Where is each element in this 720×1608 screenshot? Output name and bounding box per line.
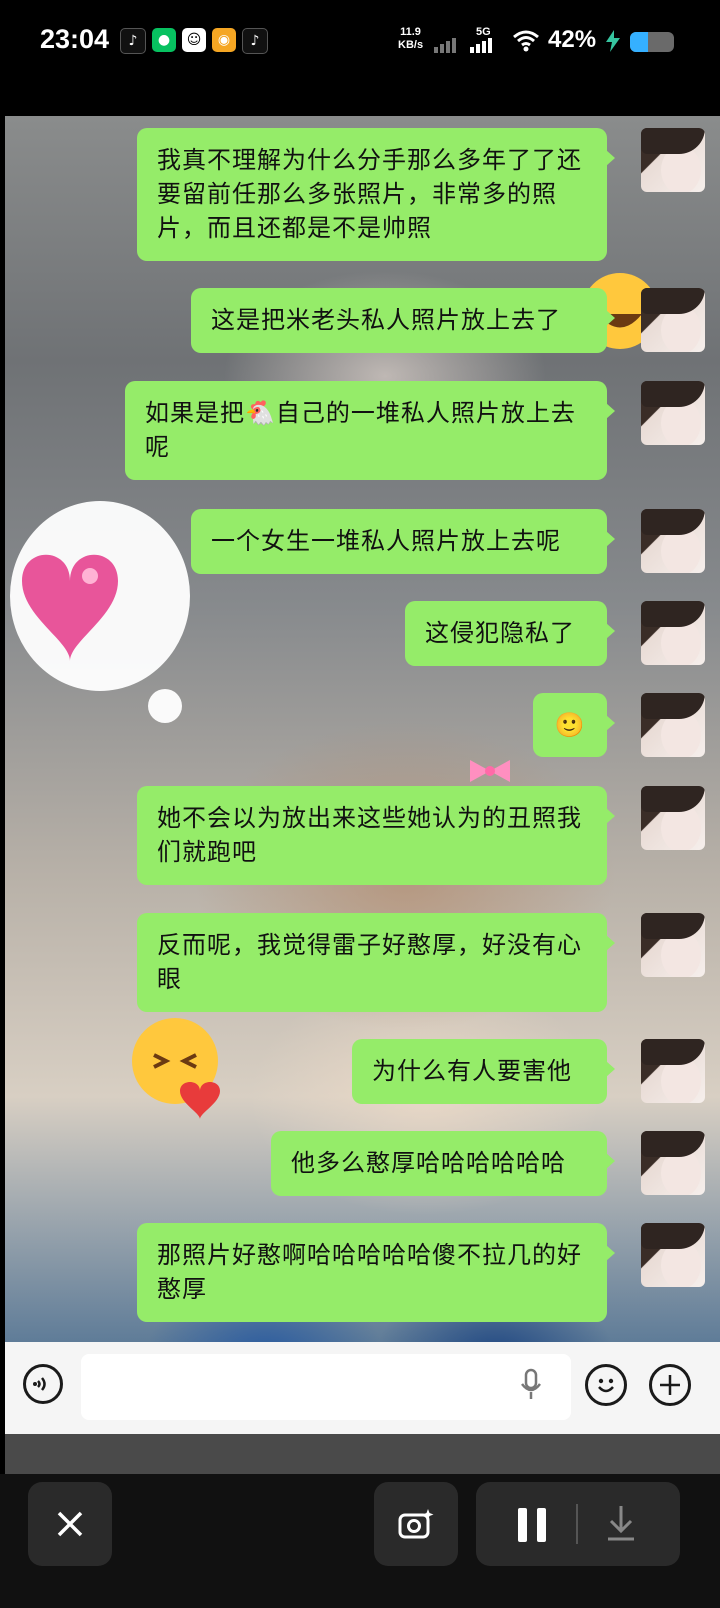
message-row: 如果是把🐔自己的一堆私人照片放上去呢 bbox=[5, 381, 720, 480]
user-avatar[interactable] bbox=[641, 693, 705, 757]
message-bubble[interactable]: 他多么憨厚哈哈哈哈哈哈 bbox=[271, 1131, 615, 1196]
emoji-icon[interactable] bbox=[585, 1364, 627, 1406]
charging-icon bbox=[606, 30, 620, 52]
message-row: 她不会以为放出来这些她认为的丑照我们就跑吧 bbox=[5, 786, 720, 885]
message-row: 那照片好憨啊哈哈哈哈哈傻不拉几的好憨厚 bbox=[5, 1223, 720, 1322]
chat-area[interactable]: 我真不理解为什么分手那么多年了了还要留前任那么多张照片，非常多的照片，而且还都是… bbox=[5, 116, 720, 1342]
message-row: 🙂 bbox=[5, 693, 720, 757]
net-speed-value: 11.9 bbox=[400, 26, 421, 38]
net-speed-unit: KB/s bbox=[398, 39, 424, 51]
message-bubble[interactable]: 一个女生一堆私人照片放上去呢 bbox=[191, 509, 615, 574]
message-bubble[interactable]: 🙂 bbox=[533, 693, 615, 757]
user-avatar[interactable] bbox=[641, 1039, 705, 1103]
message-bubble[interactable]: 她不会以为放出来这些她认为的丑照我们就跑吧 bbox=[137, 786, 615, 885]
pause-icon bbox=[518, 1508, 546, 1542]
message-row: 他多么憨厚哈哈哈哈哈哈 bbox=[5, 1131, 720, 1196]
pause-button[interactable] bbox=[514, 1508, 550, 1546]
weibo-icon: ◉ bbox=[212, 28, 236, 52]
user-avatar[interactable] bbox=[641, 509, 705, 573]
message-bubble[interactable]: 这侵犯隐私了 bbox=[405, 601, 615, 666]
tiktok-lite-icon: ♪ bbox=[120, 28, 146, 54]
player-controls bbox=[0, 1474, 720, 1608]
download-button[interactable] bbox=[604, 1504, 638, 1546]
download-icon bbox=[608, 1506, 634, 1541]
message-row: 为什么有人要害他 bbox=[5, 1039, 720, 1104]
user-avatar[interactable] bbox=[641, 1223, 705, 1287]
message-input[interactable] bbox=[81, 1354, 571, 1420]
user-avatar[interactable] bbox=[641, 128, 705, 192]
keyboard-area-placeholder bbox=[5, 1434, 720, 1474]
battery-icon bbox=[630, 32, 674, 52]
mic-icon[interactable] bbox=[519, 1368, 543, 1402]
message-row: 一个女生一堆私人照片放上去呢 bbox=[5, 509, 720, 574]
divider bbox=[576, 1504, 578, 1544]
user-avatar[interactable] bbox=[641, 913, 705, 977]
close-icon bbox=[57, 1511, 83, 1537]
message-row: 我真不理解为什么分手那么多年了了还要留前任那么多张照片，非常多的照片，而且还都是… bbox=[5, 128, 720, 261]
voice-icon[interactable] bbox=[23, 1364, 63, 1404]
screenshot-button[interactable] bbox=[374, 1482, 458, 1566]
message-row: 这侵犯隐私了 bbox=[5, 601, 720, 666]
net-speed: 11.9 KB/s bbox=[398, 26, 423, 52]
network-type: 5G bbox=[476, 26, 491, 38]
notification-icons: ♪ ● ☺ ◉ ♪ bbox=[120, 28, 268, 54]
user-avatar[interactable] bbox=[641, 601, 705, 665]
message-bubble[interactable]: 为什么有人要害他 bbox=[352, 1039, 615, 1104]
user-avatar[interactable] bbox=[641, 381, 705, 445]
status-bar: 23:04 ♪ ● ☺ ◉ ♪ 11.9 KB/s 5G 42% bbox=[0, 0, 720, 86]
playback-group bbox=[476, 1482, 680, 1566]
battery-fill bbox=[630, 32, 649, 52]
user-avatar[interactable] bbox=[641, 288, 705, 352]
user-avatar[interactable] bbox=[641, 1131, 705, 1195]
status-time: 23:04 bbox=[40, 24, 110, 54]
plus-icon[interactable] bbox=[649, 1364, 691, 1406]
screenshot-icon bbox=[398, 1509, 434, 1539]
wifi-icon bbox=[513, 30, 539, 52]
message-bubble[interactable]: 反而呢，我觉得雷子好憨厚，好没有心眼 bbox=[137, 913, 615, 1012]
wechat-icon: ● bbox=[152, 28, 176, 52]
signal-icon-sim1 bbox=[434, 38, 456, 53]
tiktok-icon: ♪ bbox=[242, 28, 268, 54]
qq-icon: ☺ bbox=[182, 28, 206, 52]
message-bubble[interactable]: 那照片好憨啊哈哈哈哈哈傻不拉几的好憨厚 bbox=[137, 1223, 615, 1322]
signal-icon-sim2 bbox=[470, 38, 492, 53]
bow-sticker bbox=[470, 760, 510, 782]
message-bubble[interactable]: 这是把米老头私人照片放上去了 bbox=[191, 288, 615, 353]
message-row: 反而呢，我觉得雷子好憨厚，好没有心眼 bbox=[5, 913, 720, 1012]
message-bubble[interactable]: 如果是把🐔自己的一堆私人照片放上去呢 bbox=[125, 381, 615, 480]
input-bar bbox=[5, 1342, 720, 1434]
close-button[interactable] bbox=[28, 1482, 112, 1566]
battery-percent: 42% bbox=[548, 26, 597, 53]
message-row: 这是把米老头私人照片放上去了 bbox=[5, 288, 720, 353]
user-avatar[interactable] bbox=[641, 786, 705, 850]
message-bubble[interactable]: 我真不理解为什么分手那么多年了了还要留前任那么多张照片，非常多的照片，而且还都是… bbox=[137, 128, 615, 261]
